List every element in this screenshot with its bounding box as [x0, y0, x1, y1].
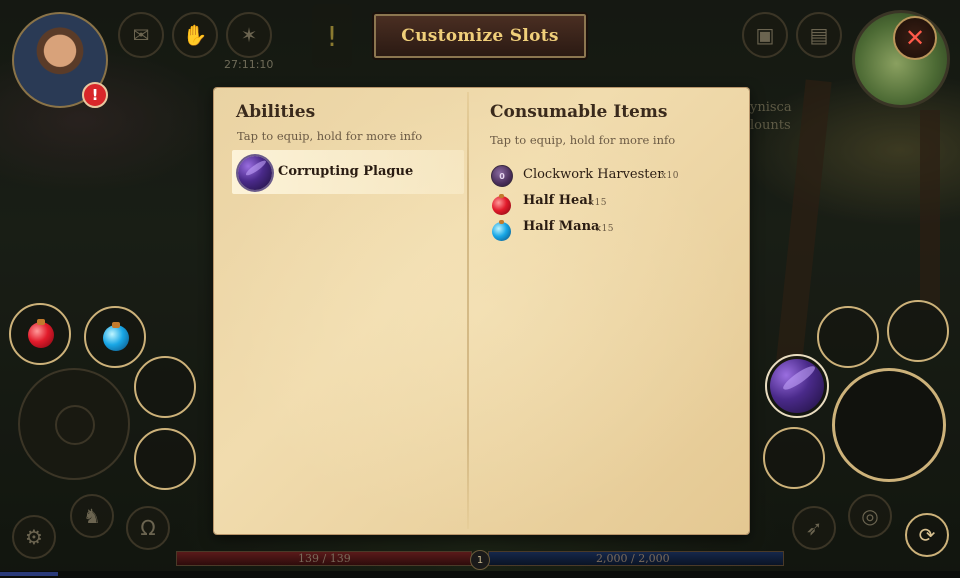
swap-icon[interactable]: ⟳ [905, 513, 949, 557]
ability-item-label[interactable]: Corrupting Plague [278, 164, 413, 179]
settings-gear-icon[interactable]: ⚙ [12, 515, 56, 559]
quest-marker-icon[interactable]: ! [312, 4, 352, 68]
chest-icon[interactable]: ▤ [796, 12, 842, 58]
virtual-joystick[interactable] [18, 368, 130, 480]
consumable-slot-4[interactable] [134, 428, 196, 490]
event-timer: 27:11:10 [224, 58, 274, 71]
calendar-icon[interactable]: ▣ [742, 12, 788, 58]
xp-bar [0, 571, 960, 578]
corrupting-plague-icon [770, 359, 824, 413]
mail-icon[interactable]: ✉ [118, 12, 164, 58]
close-button[interactable]: ✕ [893, 16, 937, 60]
consumable-slot-1[interactable] [9, 303, 71, 365]
horseshoe-icon[interactable]: Ω [126, 506, 170, 550]
abilities-subtitle: Tap to equip, hold for more info [237, 129, 423, 143]
ability-slot-4[interactable] [763, 427, 825, 489]
mana-text: 2,000 / 2,000 [596, 552, 670, 565]
corrupting-plague-icon [238, 156, 272, 190]
red-potion-icon [492, 193, 511, 215]
ability-slot-3[interactable] [887, 300, 949, 362]
xp-bar-fill [0, 572, 58, 576]
page-title: Customize Slots [401, 26, 559, 46]
joystick-knob[interactable] [55, 405, 95, 445]
attack-button[interactable] [832, 368, 946, 482]
pet-icon[interactable]: ♞ [70, 494, 114, 538]
clockwork-harvester-icon: 0 [491, 165, 513, 187]
blue-potion-icon [492, 219, 511, 241]
consumables-heading: Consumable Items [490, 102, 668, 122]
health-text: 139 / 139 [298, 552, 351, 565]
consumable-item-label[interactable]: Half Mana [523, 219, 599, 234]
target-icon[interactable]: ◎ [848, 494, 892, 538]
column-divider [467, 92, 469, 529]
background-npc-label: lounts [750, 118, 791, 133]
consumable-item-label[interactable]: Half Heal [523, 193, 593, 208]
red-potion-icon [28, 318, 54, 348]
consumable-slot-2[interactable] [84, 306, 146, 368]
ability-slot-1[interactable] [765, 354, 829, 418]
abilities-heading: Abilities [236, 102, 316, 122]
background-npc-label: ynisca [750, 100, 792, 115]
consumable-item-label[interactable]: Clockwork Harvester [523, 167, 663, 182]
alert-icon[interactable]: ! [82, 82, 108, 108]
item-quantity: x10 [661, 171, 680, 181]
ability-slot-2[interactable] [817, 306, 879, 368]
sparkle-icon[interactable]: ✶ [226, 12, 272, 58]
consumables-subtitle: Tap to equip, hold for more info [490, 133, 676, 147]
item-quantity: x15 [589, 198, 608, 208]
customize-slots-title-banner: Customize Slots [372, 12, 588, 60]
item-quantity: x15 [596, 224, 615, 234]
level-badge: 1 [470, 550, 490, 570]
dodge-icon[interactable]: ➶ [792, 506, 836, 550]
hand-icon[interactable]: ✋ [172, 12, 218, 58]
blue-potion-icon [103, 321, 129, 351]
consumable-slot-3[interactable] [134, 356, 196, 418]
